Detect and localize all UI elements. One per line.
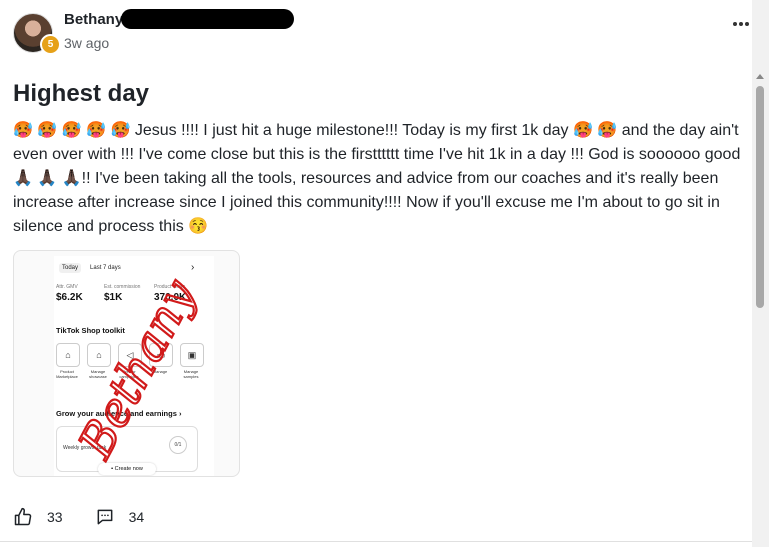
comment-count: 34 bbox=[128, 509, 145, 525]
post-body: 🥵 🥵 🥵 🥵 🥵 Jesus !!!! I just hit a huge m… bbox=[13, 122, 741, 235]
scrollbar[interactable] bbox=[752, 0, 769, 547]
watermark-signature: Bethany bbox=[66, 269, 207, 468]
post-actions: 33 34 bbox=[13, 507, 176, 527]
level-badge: 5 bbox=[40, 34, 61, 55]
more-options-icon[interactable] bbox=[731, 14, 751, 34]
comment-icon bbox=[97, 509, 112, 525]
post-time: 3w ago bbox=[64, 35, 110, 51]
like-button[interactable]: 33 bbox=[13, 507, 63, 527]
scroll-up-arrow-icon[interactable] bbox=[756, 74, 764, 79]
author-name[interactable]: Bethany bbox=[64, 11, 123, 28]
watermark-text: Bethany bbox=[68, 270, 207, 467]
divider bbox=[0, 541, 752, 542]
post-title: Highest day bbox=[13, 80, 150, 107]
redaction-bar bbox=[121, 9, 294, 29]
thumbs-up-icon bbox=[14, 507, 32, 526]
post-image[interactable]: Today Last 7 days › Attr. GMV $6.2K Est.… bbox=[13, 250, 240, 477]
like-count: 33 bbox=[47, 509, 63, 525]
scrollbar-thumb[interactable] bbox=[756, 86, 764, 308]
post-card: 5 Bethany 3w ago Highest day 🥵 🥵 🥵 🥵 🥵 J… bbox=[0, 0, 752, 547]
comment-button[interactable]: 34 bbox=[95, 507, 145, 527]
